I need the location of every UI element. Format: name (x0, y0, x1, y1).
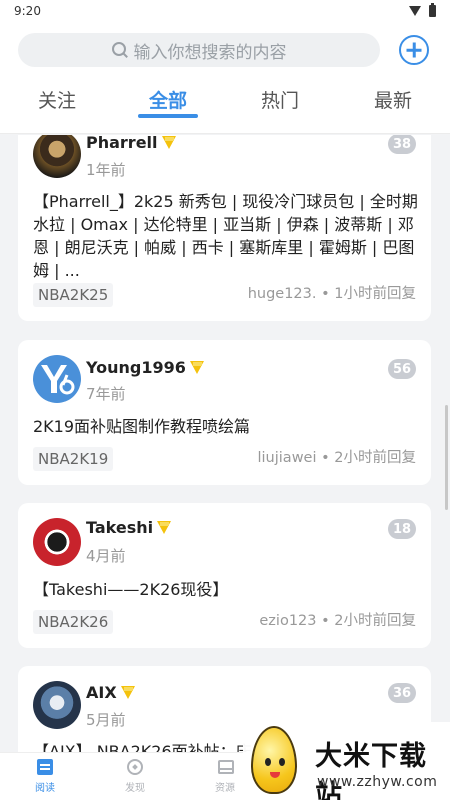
nav-read[interactable]: 阅读 (25, 759, 65, 794)
status-time: 9:20 (14, 4, 41, 18)
wifi-icon (409, 6, 421, 16)
reply-count-badge: 18 (388, 519, 416, 539)
username-text: AIX (86, 683, 117, 702)
post-time: 1年前 (86, 161, 126, 179)
discover-icon (127, 759, 143, 775)
watermark: 大米下载站 www.zzhyw.com (243, 722, 450, 800)
nav-resources-label: 资源 (215, 783, 235, 794)
resource-icon (217, 759, 234, 775)
post-text[interactable]: 2K19面补贴图制作教程喷绘篇 (33, 415, 423, 438)
username[interactable]: Young1996 (86, 358, 205, 377)
post-time: 7年前 (86, 385, 126, 403)
post-text[interactable]: 【Takeshi——2K26现役】 (33, 578, 423, 601)
game-tag[interactable]: NBA2K25 (33, 283, 114, 307)
status-bar: 9:20 (0, 0, 450, 22)
nav-resources[interactable]: 资源 (205, 759, 245, 794)
post-card[interactable]: Pharrell 1年前 38 【Pharrell_】2k25 新秀包 | 现役… (18, 135, 431, 321)
avatar-logo-icon (41, 365, 75, 395)
search-icon (111, 42, 128, 58)
battery-icon (429, 3, 436, 17)
username-text: Young1996 (86, 358, 186, 377)
tab-active-underline (138, 114, 198, 118)
mascot-logo-icon (251, 726, 297, 794)
nav-discover-label: 发现 (125, 783, 145, 794)
last-reply: ezio123 • 2小时前回复 (259, 613, 416, 629)
tab-hot[interactable]: 热门 (250, 86, 310, 113)
avatar[interactable] (33, 681, 81, 729)
nav-read-label: 阅读 (35, 783, 55, 794)
tab-all[interactable]: 全部 (138, 86, 198, 113)
avatar[interactable] (33, 135, 81, 178)
scrollbar[interactable] (445, 405, 448, 510)
post-card[interactable]: Young1996 7年前 56 2K19面补贴图制作教程喷绘篇 NBA2K19… (18, 340, 431, 485)
avatar[interactable] (33, 355, 81, 403)
username[interactable]: Takeshi (86, 518, 172, 537)
username-text: Pharrell (86, 135, 158, 152)
post-text[interactable]: 【Pharrell_】2k25 新秀包 | 现役冷门球员包 | 全时期水拉 | … (33, 190, 423, 282)
tab-latest[interactable]: 最新 (363, 86, 423, 113)
search-input[interactable]: 输入你想搜索的内容 (18, 33, 380, 67)
header: 输入你想搜索的内容 关注 全部 热门 最新 (0, 22, 450, 134)
reply-count-badge: 56 (388, 359, 416, 379)
reply-count-badge: 38 (388, 135, 416, 154)
last-reply: liujiawei • 2小时前回复 (257, 450, 417, 466)
watermark-url: www.zzhyw.com (317, 774, 438, 790)
reply-count-badge: 36 (388, 683, 416, 703)
post-card[interactable]: Takeshi 4月前 18 【Takeshi——2K26现役】 NBA2K26… (18, 503, 431, 648)
watermark-title: 大米下载站 (315, 741, 427, 800)
post-feed[interactable]: Pharrell 1年前 38 【Pharrell_】2k25 新秀包 | 现役… (0, 135, 450, 752)
username[interactable]: AIX (86, 683, 136, 702)
vip-crown-icon (120, 686, 136, 699)
vip-crown-icon (157, 521, 172, 534)
last-reply: huge123. • 1小时前回复 (247, 286, 416, 302)
post-time: 4月前 (86, 547, 126, 565)
username[interactable]: Pharrell (86, 135, 177, 152)
add-post-button[interactable] (399, 35, 429, 65)
vip-crown-icon (161, 136, 177, 149)
post-time: 5月前 (86, 711, 126, 729)
game-tag[interactable]: NBA2K19 (33, 447, 114, 471)
avatar[interactable] (33, 518, 81, 566)
vip-crown-icon (189, 361, 205, 374)
game-tag[interactable]: NBA2K26 (33, 610, 114, 634)
tab-following[interactable]: 关注 (27, 86, 87, 113)
read-icon (37, 759, 53, 775)
tab-bar: 关注 全部 热门 最新 (0, 82, 450, 122)
search-placeholder: 输入你想搜索的内容 (133, 42, 287, 63)
username-text: Takeshi (86, 518, 154, 537)
nav-discover[interactable]: 发现 (115, 759, 155, 794)
status-icons (409, 3, 436, 17)
